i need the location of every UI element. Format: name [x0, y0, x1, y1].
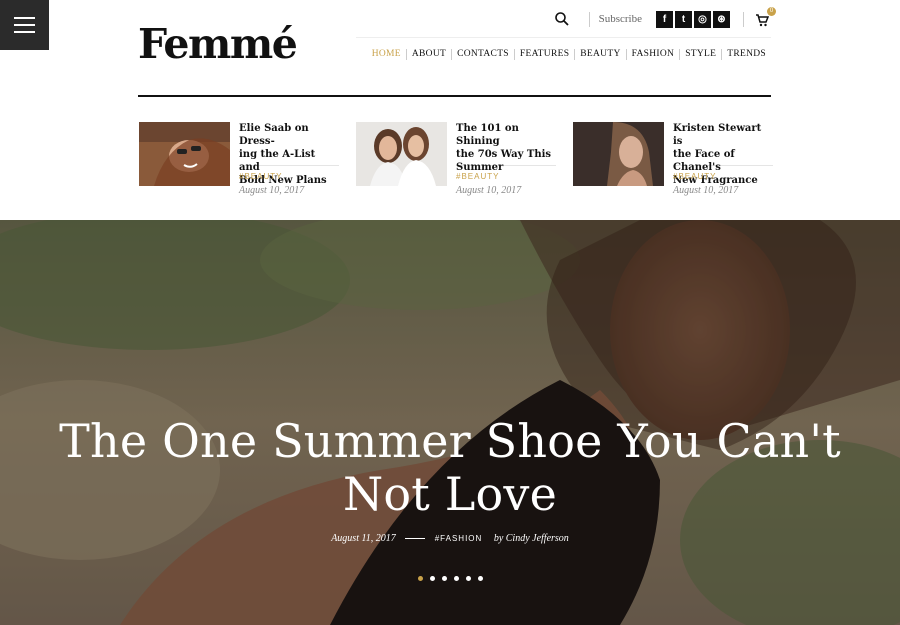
post-title[interactable]: Elie Saab on Dress- ing the A-List and B… — [239, 122, 339, 186]
nav-item-features[interactable]: FEATURES — [513, 49, 574, 60]
post-thumbnail[interactable] — [356, 122, 447, 186]
site-logo[interactable]: Femmé — [138, 21, 298, 67]
hero-meta: August 11, 2017 #FASHION by Cindy Jeffer… — [0, 533, 900, 544]
divider — [743, 11, 744, 27]
top-utility-bar: Subscribe f t ◎ ⊛ 0 — [554, 7, 776, 29]
post-title-line: Elie Saab on Dress- — [239, 123, 309, 147]
cart-count-badge: 0 — [767, 7, 776, 16]
post-thumbnail[interactable] — [573, 122, 664, 186]
post-date: August 10, 2017 — [456, 185, 522, 196]
slider-dots — [0, 576, 900, 581]
dribbble-icon[interactable]: ⊛ — [713, 10, 730, 28]
hero-slider[interactable]: The One Summer Shoe You Can't Not Love A… — [0, 220, 900, 625]
nav-item-fashion[interactable]: FASHION — [625, 49, 680, 60]
meta-divider — [405, 538, 426, 540]
post-title[interactable]: Kristen Stewart is the Face of Chanel's … — [673, 122, 773, 186]
main-navigation: HOME ABOUT CONTACTS FEATURES BEAUTY FASH… — [367, 49, 771, 60]
slider-dot[interactable] — [441, 576, 447, 581]
post-title-line: the 70s Way This — [456, 149, 552, 160]
featured-post[interactable]: Elie Saab on Dress- ing the A-List and B… — [139, 122, 356, 196]
hero-title-line: Not Love — [342, 467, 558, 521]
post-title-line: the Face of Chanel's — [673, 149, 735, 173]
slider-dot[interactable] — [453, 576, 459, 581]
subscribe-link[interactable]: Subscribe — [599, 13, 642, 25]
slider-dot[interactable] — [477, 576, 483, 581]
post-thumbnail[interactable] — [139, 122, 230, 186]
post-title[interactable]: The 101 on Shining the 70s Way This Summ… — [456, 122, 556, 173]
post-title-line: ing the A-List and — [239, 149, 316, 173]
nav-item-style[interactable]: STYLE — [679, 49, 721, 60]
search-icon[interactable] — [554, 11, 570, 27]
post-title-line: The 101 on Shining — [456, 123, 519, 147]
post-tag[interactable]: #BEAUTY — [456, 172, 556, 181]
hamburger-icon-bar — [14, 24, 35, 26]
featured-posts: Elie Saab on Dress- ing the A-List and B… — [139, 122, 790, 196]
hero-title[interactable]: The One Summer Shoe You Can't Not Love — [0, 415, 900, 521]
hero-date: August 11, 2017 — [331, 533, 396, 544]
featured-post[interactable]: The 101 on Shining the 70s Way This Summ… — [356, 122, 573, 196]
nav-item-about[interactable]: ABOUT — [405, 49, 451, 60]
featured-post[interactable]: Kristen Stewart is the Face of Chanel's … — [573, 122, 790, 196]
header-rule — [138, 95, 771, 97]
nav-item-beauty[interactable]: BEAUTY — [574, 49, 625, 60]
cart-icon — [756, 14, 769, 27]
hero-title-line: The One Summer Shoe You Can't — [59, 414, 841, 468]
hero-category[interactable]: #FASHION — [435, 534, 483, 543]
menu-toggle-button[interactable] — [0, 0, 49, 50]
social-links: f t ◎ ⊛ — [656, 10, 730, 28]
divider — [588, 11, 590, 27]
twitter-icon[interactable]: t — [675, 10, 692, 28]
instagram-icon[interactable]: ◎ — [694, 10, 711, 28]
header-divider — [356, 37, 771, 38]
post-date: August 10, 2017 — [673, 185, 739, 196]
slider-dot[interactable] — [417, 576, 423, 581]
slider-dot[interactable] — [465, 576, 471, 581]
post-title-line: Kristen Stewart is — [673, 123, 762, 147]
nav-item-trends[interactable]: TRENDS — [721, 49, 771, 60]
cart-button[interactable]: 0 — [755, 7, 776, 28]
hamburger-icon-bar — [14, 17, 35, 19]
facebook-icon[interactable]: f — [656, 10, 673, 28]
nav-item-home[interactable]: HOME — [367, 49, 406, 60]
nav-item-contacts[interactable]: CONTACTS — [451, 49, 514, 60]
slider-dot[interactable] — [429, 576, 435, 581]
hamburger-icon-bar — [14, 31, 35, 33]
hero-author[interactable]: by Cindy Jefferson — [494, 533, 569, 544]
